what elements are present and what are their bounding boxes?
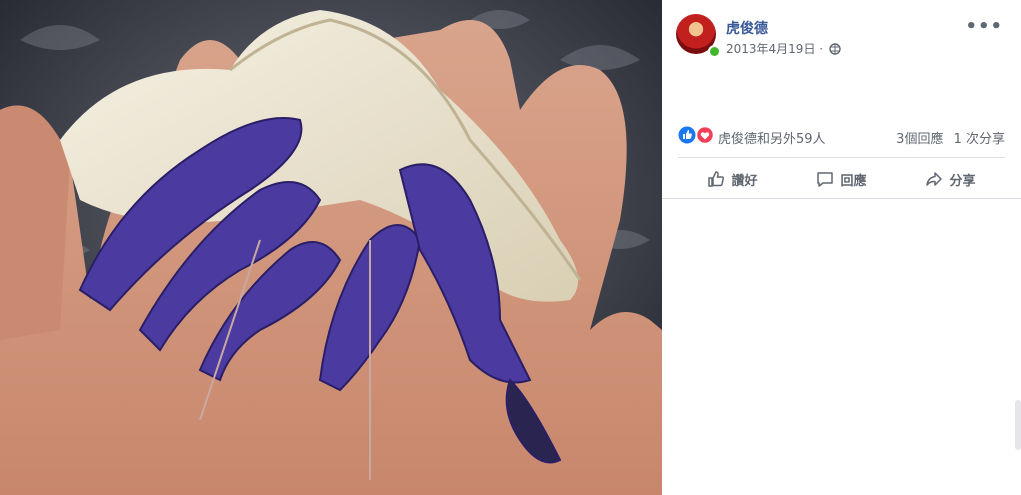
reactions-bar: 虎俊德和另外59人 3個回應 1 次分享: [678, 125, 1005, 147]
author-name[interactable]: 虎俊德: [726, 18, 768, 38]
post-photo[interactable]: [0, 0, 662, 495]
like-icon: [678, 126, 696, 144]
action-bar: 讚好 回應 分享: [678, 163, 1005, 195]
post-header: 虎俊德 2013年4月19日 · •••: [676, 14, 1011, 60]
divider: [662, 198, 1021, 199]
more-options-button[interactable]: •••: [965, 16, 1003, 37]
comment-button[interactable]: 回應: [787, 163, 896, 195]
online-status-dot: [708, 45, 721, 58]
share-button-label: 分享: [949, 173, 976, 189]
share-button[interactable]: 分享: [896, 163, 1005, 195]
thumbs-up-icon: [708, 171, 725, 187]
like-button[interactable]: 讚好: [678, 163, 787, 195]
like-button-label: 讚好: [731, 173, 758, 189]
divider: [678, 157, 1005, 158]
share-count[interactable]: 1 次分享: [954, 132, 1005, 147]
post-timestamp[interactable]: 2013年4月19日 ·: [726, 40, 841, 58]
hermit-crab-photo: [0, 0, 662, 495]
post-date[interactable]: 2013年4月19日: [726, 42, 815, 56]
share-icon: [926, 172, 943, 186]
post-sidebar: 虎俊德 2013年4月19日 · ••• 虎俊德和另外59人 3個回應 1 次分…: [662, 0, 1021, 495]
reaction-icons[interactable]: [678, 125, 716, 145]
comment-count[interactable]: 3個回應: [896, 132, 943, 147]
scrollbar[interactable]: [1015, 400, 1021, 450]
reaction-summary[interactable]: 虎俊德和另外59人: [718, 128, 826, 147]
date-separator: ·: [819, 42, 824, 56]
love-icon: [695, 125, 715, 145]
comment-icon: [817, 172, 834, 187]
comment-button-label: 回應: [840, 173, 867, 189]
globe-icon: [829, 43, 841, 58]
engagement-counts: 3個回應 1 次分享: [890, 128, 1005, 147]
